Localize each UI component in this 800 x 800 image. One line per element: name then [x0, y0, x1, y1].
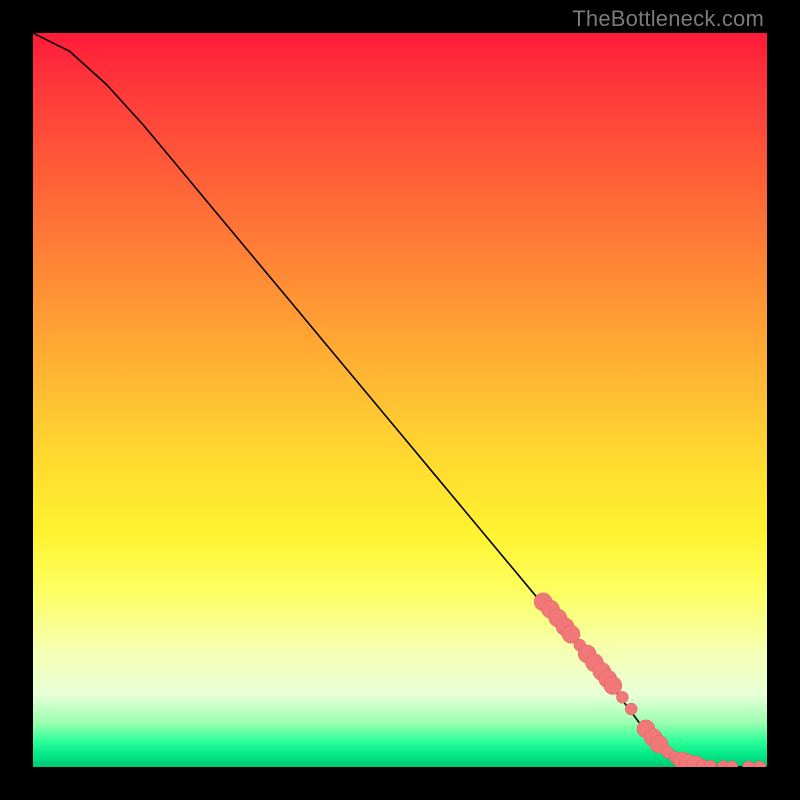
data-marker	[726, 761, 738, 767]
plot-area	[33, 33, 767, 767]
chart-container	[33, 33, 767, 767]
curve-line	[33, 33, 767, 767]
markers-group	[534, 593, 766, 767]
data-marker	[754, 761, 766, 767]
data-marker	[604, 677, 622, 695]
data-marker	[625, 703, 637, 715]
data-marker	[616, 691, 628, 703]
attribution-label: TheBottleneck.com	[572, 6, 764, 32]
data-marker	[743, 761, 755, 767]
chart-overlay	[33, 33, 767, 767]
